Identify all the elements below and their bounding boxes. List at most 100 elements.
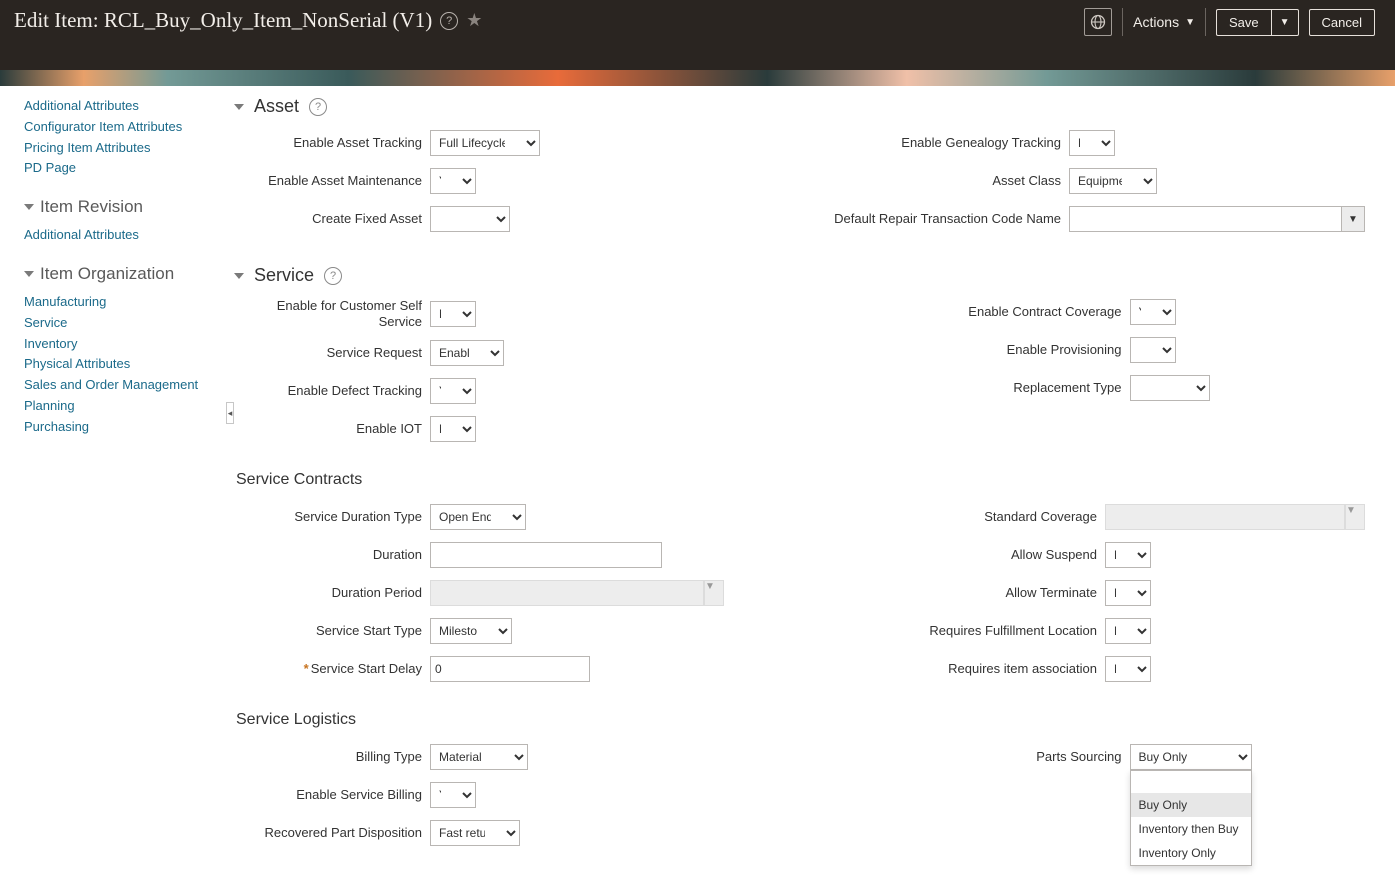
default-repair-input[interactable]	[1069, 206, 1341, 232]
dropdown-option[interactable]: Inventory then Buy	[1131, 817, 1251, 841]
sidebar-link[interactable]: Physical Attributes	[24, 354, 220, 375]
billing-type-select[interactable]: Material	[430, 744, 528, 770]
allow-terminate-select[interactable]: No	[1105, 580, 1151, 606]
label: Enable IOT	[234, 421, 430, 437]
requires-fulfillment-select[interactable]: No	[1105, 618, 1151, 644]
label: Create Fixed Asset	[234, 211, 430, 227]
sidebar-link[interactable]: Pricing Item Attributes	[24, 138, 220, 159]
standard-coverage-field	[1105, 504, 1345, 530]
combo-dropdown-button[interactable]: ▼	[1341, 206, 1365, 232]
save-dropdown[interactable]: ▼	[1271, 9, 1299, 36]
label: Enable Asset Tracking	[234, 135, 430, 151]
label: Requires Fulfillment Location	[805, 623, 1105, 639]
allow-suspend-select[interactable]: No	[1105, 542, 1151, 568]
sidebar-link[interactable]: Additional Attributes	[24, 225, 220, 246]
sidebar-link[interactable]: Manufacturing	[24, 292, 220, 313]
label: Duration	[234, 547, 430, 563]
enable-provisioning-select[interactable]	[1130, 337, 1176, 363]
parts-sourcing-select[interactable]: Buy Only	[1130, 744, 1252, 770]
sidebar-link[interactable]: Configurator Item Attributes	[24, 117, 220, 138]
standard-coverage-combo: ▼	[1105, 504, 1365, 530]
label: Enable Service Billing	[234, 787, 430, 803]
help-icon[interactable]: ?	[440, 12, 458, 30]
dropdown-option[interactable]: Inventory Only	[1131, 841, 1251, 865]
service-duration-type-select[interactable]: Open Ended	[430, 504, 526, 530]
recovered-part-select[interactable]: Fast return	[430, 820, 520, 846]
triangle-icon	[234, 273, 244, 279]
duration-period-combo: ▼	[430, 580, 724, 606]
section-service[interactable]: Service ?	[234, 265, 1365, 286]
service-start-delay-input[interactable]	[430, 656, 590, 682]
section-asset[interactable]: Asset ?	[234, 96, 1365, 117]
label: Replacement Type	[830, 380, 1130, 396]
parts-sourcing-wrapper: Buy Only Buy Only Inventory then Buy Inv…	[1130, 744, 1252, 770]
enable-self-service-select[interactable]: No	[430, 301, 476, 327]
default-repair-combo: ▼	[1069, 206, 1365, 232]
section-title: Asset	[254, 96, 299, 117]
replacement-type-select[interactable]	[1130, 375, 1210, 401]
section-label: Item Revision	[40, 197, 143, 217]
label: Standard Coverage	[805, 509, 1105, 525]
save-split-button: Save ▼	[1216, 9, 1299, 36]
enable-genealogy-select[interactable]: No	[1069, 130, 1115, 156]
sidebar-link[interactable]: PD Page	[24, 158, 220, 179]
combo-dropdown-button: ▼	[704, 580, 724, 606]
sidebar-link[interactable]: Additional Attributes	[24, 96, 220, 117]
help-icon[interactable]: ?	[309, 98, 327, 116]
sidebar-link[interactable]: Service	[24, 313, 220, 334]
enable-iot-select[interactable]: No	[430, 416, 476, 442]
cancel-button[interactable]: Cancel	[1309, 9, 1375, 36]
globe-icon[interactable]	[1084, 8, 1112, 36]
label: Default Repair Transaction Code Name	[769, 211, 1069, 227]
sidebar-section-item-organization[interactable]: Item Organization	[24, 264, 220, 284]
label: Enable for Customer Self Service	[234, 298, 430, 329]
sidebar-link[interactable]: Inventory	[24, 334, 220, 355]
enable-defect-select[interactable]: Yes	[430, 378, 476, 404]
sidebar-link[interactable]: Purchasing	[24, 417, 220, 438]
star-icon[interactable]: ★	[466, 10, 482, 31]
actions-menu[interactable]: Actions ▼	[1133, 14, 1195, 30]
combo-dropdown-button: ▼	[1345, 504, 1365, 530]
sidebar-link[interactable]: Planning	[24, 396, 220, 417]
parts-sourcing-menu: Buy Only Inventory then Buy Inventory On…	[1130, 770, 1252, 866]
asset-class-select[interactable]: Equipment	[1069, 168, 1157, 194]
page-title: Edit Item: RCL_Buy_Only_Item_NonSerial (…	[14, 8, 432, 33]
title-wrap: Edit Item: RCL_Buy_Only_Item_NonSerial (…	[14, 8, 482, 33]
dropdown-option[interactable]: Buy Only	[1131, 793, 1251, 817]
sidebar-link[interactable]: Sales and Order Management	[24, 375, 220, 396]
header-bar: Edit Item: RCL_Buy_Only_Item_NonSerial (…	[0, 0, 1395, 70]
caret-down-icon: ▼	[1280, 17, 1290, 28]
caret-down-icon: ▼	[1185, 17, 1195, 28]
collapse-handle[interactable]: ◂	[226, 402, 234, 424]
sidebar-section-item-revision[interactable]: Item Revision	[24, 197, 220, 217]
actions-label: Actions	[1133, 14, 1179, 30]
triangle-icon	[234, 104, 244, 110]
triangle-icon	[24, 271, 34, 277]
enable-asset-maintenance-select[interactable]: Yes	[430, 168, 476, 194]
service-request-select[interactable]: Enabled	[430, 340, 504, 366]
label: Service Duration Type	[234, 509, 430, 525]
section-label: Item Organization	[40, 264, 174, 284]
label: Enable Defect Tracking	[234, 383, 430, 399]
enable-contract-select[interactable]: Yes	[1130, 299, 1176, 325]
label: Billing Type	[234, 749, 430, 765]
duration-period-field	[430, 580, 704, 606]
help-icon[interactable]: ?	[324, 267, 342, 285]
label: Allow Suspend	[805, 547, 1105, 563]
save-button[interactable]: Save	[1216, 9, 1271, 36]
required-icon: *	[304, 661, 309, 676]
enable-billing-select[interactable]: Yes	[430, 782, 476, 808]
requires-item-assoc-select[interactable]: No	[1105, 656, 1151, 682]
label: Enable Provisioning	[830, 342, 1130, 358]
label: *Service Start Delay	[234, 661, 430, 677]
section-title: Service	[254, 265, 314, 286]
enable-asset-tracking-select[interactable]: Full Lifecycle	[430, 130, 540, 156]
content-area: Asset ? Enable Asset Tracking Full Lifec…	[234, 86, 1365, 881]
label: Parts Sourcing	[830, 749, 1130, 765]
dropdown-option[interactable]	[1131, 771, 1251, 793]
parts-sourcing-row: Parts Sourcing Buy Only Buy Only Invento…	[830, 743, 1366, 771]
label: Requires item association	[805, 661, 1105, 677]
service-start-type-select[interactable]: Milestone	[430, 618, 512, 644]
label: Recovered Part Disposition	[234, 825, 430, 841]
create-fixed-asset-select[interactable]	[430, 206, 510, 232]
